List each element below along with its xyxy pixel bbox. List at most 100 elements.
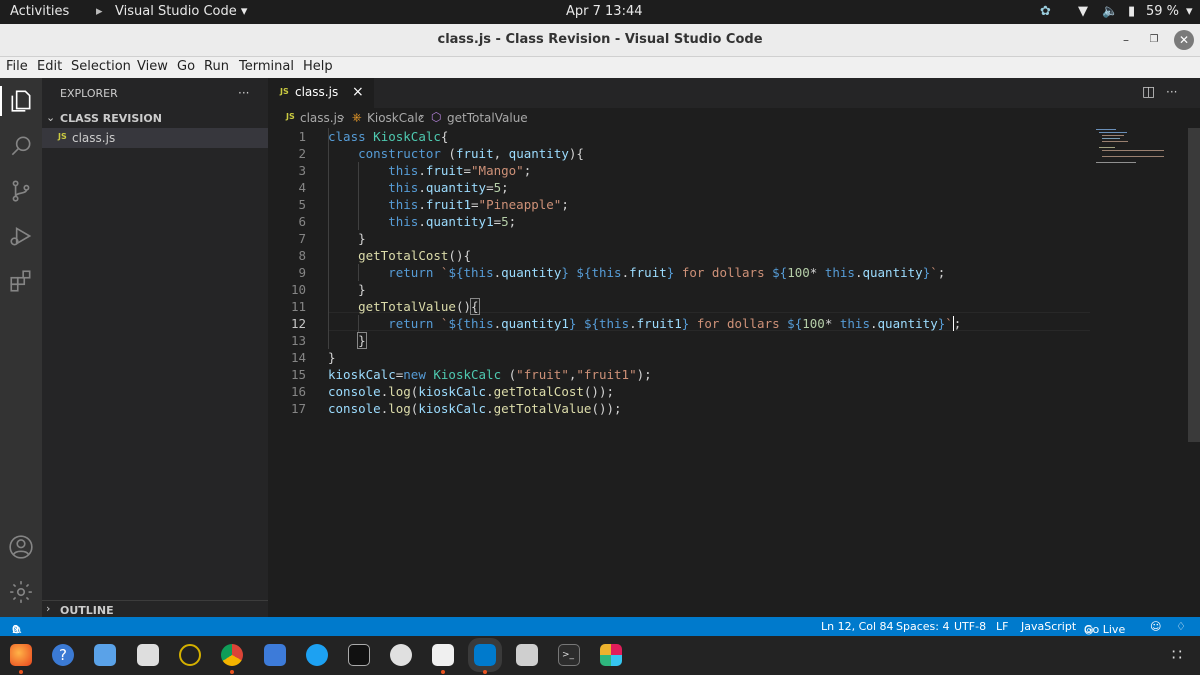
document-viewer-icon[interactable]: [264, 644, 286, 666]
run-debug-icon[interactable]: [8, 223, 34, 249]
status-bar: ⊗ 0 ⚠ 0 Ln 12, Col 84 Spaces: 4 UTF-8 LF J…: [0, 617, 1200, 636]
code-line: 16 console.log(kioskCalc.getTotalCost());: [268, 383, 1088, 400]
screenshot-tool-icon[interactable]: [516, 644, 538, 666]
vertical-scrollbar[interactable]: [1188, 128, 1200, 442]
activities-button[interactable]: Activities: [10, 4, 69, 19]
line-number: 11: [290, 299, 306, 314]
line-number: 15: [290, 367, 306, 382]
running-indicator: [230, 670, 234, 674]
chevron-right-icon: ›: [340, 110, 345, 124]
vscode-app-icon: ▸: [96, 4, 103, 19]
battery-percent: 59 %: [1146, 4, 1180, 19]
wifi-icon[interactable]: ▼: [1078, 4, 1088, 19]
more-actions-icon[interactable]: ···: [1166, 85, 1177, 99]
warning-count: 0: [12, 623, 19, 636]
indentation[interactable]: Spaces: 4: [896, 620, 949, 633]
extensions-icon[interactable]: [8, 268, 34, 294]
app-menu-label: Visual Studio Code: [115, 4, 237, 19]
terminal-icon[interactable]: >_: [558, 644, 580, 666]
twitter-icon[interactable]: [306, 644, 328, 666]
email-client-icon[interactable]: [94, 644, 116, 666]
menu-help[interactable]: Help: [303, 59, 333, 74]
code-line: 7 }: [268, 230, 1088, 247]
method-icon: ⬡: [431, 110, 442, 124]
help-icon[interactable]: ?: [52, 644, 74, 666]
js-file-icon: JS: [286, 112, 295, 121]
menu-run[interactable]: Run: [204, 59, 229, 74]
code-line: 15 kioskCalc=new KioskCalc ("fruit","frui…: [268, 366, 1088, 383]
minimap[interactable]: [1096, 128, 1186, 168]
chrome-icon[interactable]: [221, 644, 243, 666]
files-icon[interactable]: [137, 644, 159, 666]
code-line: 2 constructor (fruit, quantity){: [268, 145, 1088, 162]
activity-bar: [0, 78, 42, 617]
app-menu-button[interactable]: Visual Studio Code ▾: [115, 4, 247, 19]
outline-section[interactable]: › OUTLINE: [42, 600, 268, 618]
menu-edit[interactable]: Edit: [37, 59, 62, 74]
feedback-icon[interactable]: ☺: [1150, 620, 1161, 633]
wps-writer-icon[interactable]: [390, 644, 412, 666]
tray-paw-icon[interactable]: ✿: [1040, 4, 1051, 19]
breadcrumb-class[interactable]: KioskCalc: [367, 111, 424, 125]
code-text: }: [357, 332, 367, 349]
system-menu-chevron-icon[interactable]: ▾: [1186, 4, 1193, 19]
close-window-icon[interactable]: ✕: [1174, 30, 1194, 50]
tab-close-icon[interactable]: ×: [352, 84, 364, 100]
jetbrains-icon[interactable]: [348, 644, 370, 666]
line-number: 17: [290, 401, 306, 416]
clock[interactable]: Apr 7 13:44: [566, 4, 643, 19]
source-control-icon[interactable]: [8, 178, 34, 204]
restore-icon[interactable]: ❐: [1146, 32, 1162, 48]
minimize-icon[interactable]: –: [1118, 32, 1134, 48]
menu-file[interactable]: File: [6, 59, 28, 74]
menu-go[interactable]: Go: [177, 59, 195, 74]
code-line: 8 getTotalCost(){: [268, 247, 1088, 264]
notifications-bell-icon[interactable]: ♢: [1176, 620, 1186, 633]
system-top-panel: Activities ▸ Visual Studio Code ▾ Apr 7 …: [0, 0, 1200, 24]
vscode-icon[interactable]: [468, 638, 502, 672]
line-number: 9: [298, 265, 306, 280]
search-icon[interactable]: [8, 133, 34, 159]
account-icon[interactable]: [8, 534, 34, 560]
code-text: kioskCalc=new KioskCalc ("fruit","fruit1…: [328, 367, 652, 382]
firefox-icon[interactable]: [10, 644, 32, 666]
breadcrumb-file[interactable]: class.js: [300, 111, 343, 125]
cursor-position[interactable]: Ln 12, Col 84: [821, 620, 894, 633]
slack-icon[interactable]: [600, 644, 622, 666]
breadcrumb-method[interactable]: getTotalValue: [447, 111, 528, 125]
code-line: 12 return `${this.quantity1} ${this.frui…: [268, 315, 1088, 332]
code-text: }: [328, 350, 336, 365]
code-text: constructor (fruit, quantity){: [358, 146, 584, 161]
menu-terminal[interactable]: Terminal: [239, 59, 294, 74]
explorer-icon[interactable]: [8, 88, 34, 114]
file-tree-item[interactable]: JS class.js: [42, 128, 268, 148]
manage-gear-icon[interactable]: [8, 579, 34, 605]
more-actions-icon[interactable]: ···: [238, 86, 249, 100]
code-text: return `${this.quantity} ${this.fruit} f…: [388, 265, 946, 280]
folder-header[interactable]: ⌄ CLASS REVISION: [42, 109, 268, 127]
split-editor-icon[interactable]: ◫: [1142, 84, 1155, 100]
battery-icon[interactable]: ▮: [1128, 4, 1135, 19]
class-icon: ⎈: [352, 110, 362, 124]
language-mode[interactable]: JavaScript: [1021, 620, 1076, 633]
encoding[interactable]: UTF-8: [954, 620, 986, 633]
ubuntu-dock: ? >_ ∷: [0, 636, 1200, 675]
code-line: 9 return `${this.quantity} ${this.fruit}…: [268, 264, 1088, 281]
end-of-line[interactable]: LF: [996, 620, 1008, 633]
chevron-down-icon: ▾: [240, 4, 248, 19]
volume-icon[interactable]: 🔈: [1102, 4, 1118, 19]
menu-view[interactable]: View: [137, 59, 168, 74]
code-editor[interactable]: 1 class KioskCalc{ 2 constructor (fruit, …: [268, 128, 1200, 617]
show-applications-icon[interactable]: ∷: [1166, 644, 1188, 666]
window-titlebar: class.js - Class Revision - Visual Studi…: [0, 24, 1200, 57]
line-number: 12: [290, 316, 306, 331]
code-line: 6 this.quantity1=5;: [268, 213, 1088, 230]
code-text: console.log(kioskCalc.getTotalCost());: [328, 384, 615, 399]
line-number: 7: [298, 231, 306, 246]
music-player-icon[interactable]: [179, 644, 201, 666]
code-text: this.fruit1="Pineapple";: [388, 197, 569, 212]
tab-class-js[interactable]: JS class.js ×: [268, 78, 374, 108]
menu-selection[interactable]: Selection: [71, 59, 131, 74]
running-indicator: [19, 670, 23, 674]
font-viewer-icon[interactable]: [432, 644, 454, 666]
